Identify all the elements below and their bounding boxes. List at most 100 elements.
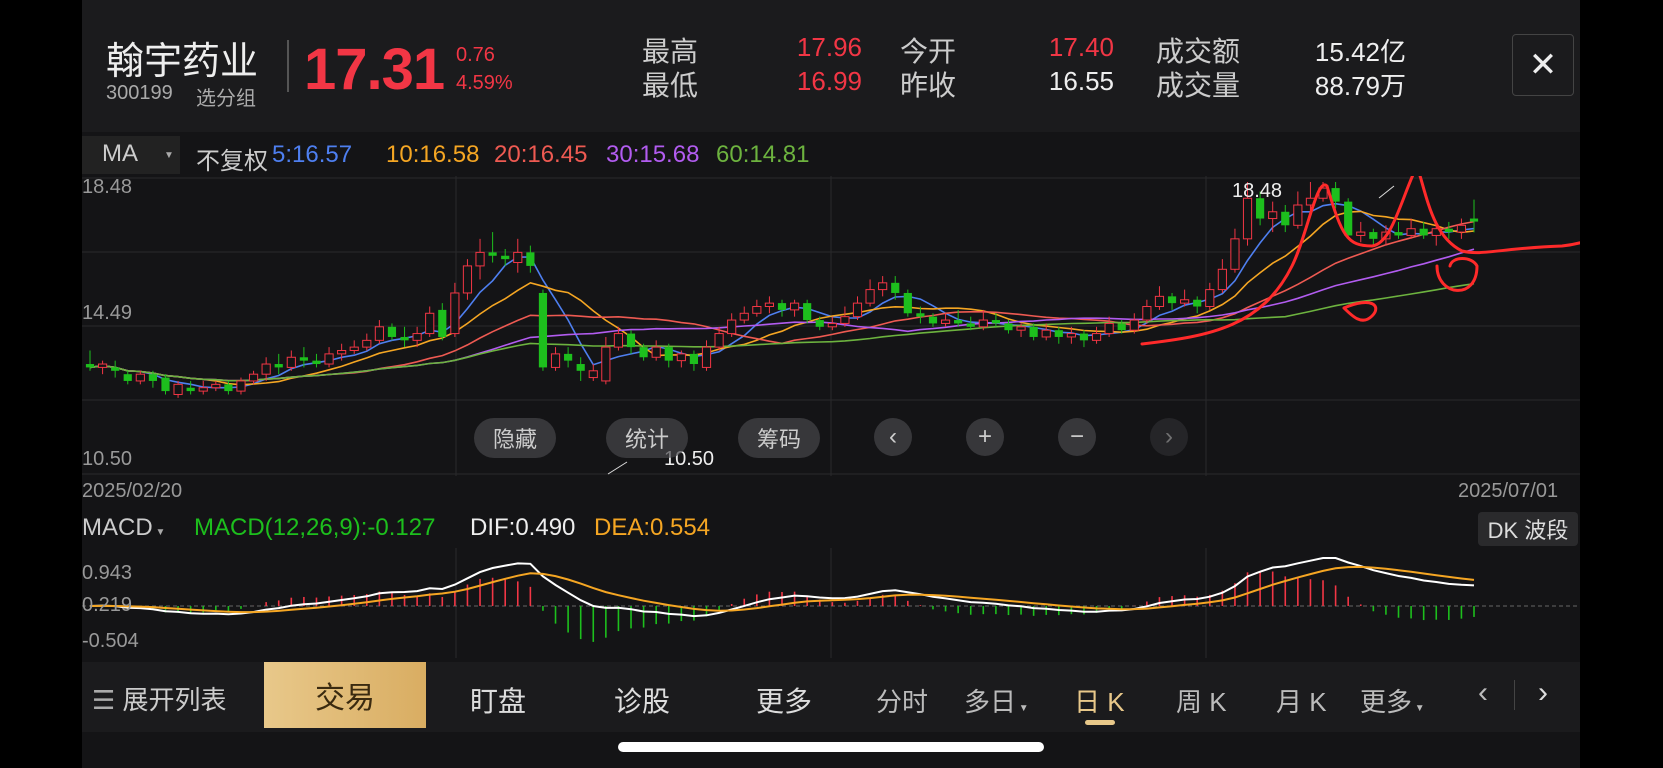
amount-value: 15.42亿 bbox=[1314, 37, 1406, 67]
dk-band-button[interactable]: DK 波段 bbox=[1478, 512, 1578, 546]
close-button[interactable]: ✕ bbox=[1512, 34, 1574, 96]
candle-body bbox=[97, 363, 108, 368]
candle-body bbox=[1154, 295, 1165, 308]
high-mark-label: 18.48 bbox=[1232, 180, 1283, 202]
ma-indicator-bar: MA ▼ 不复权 5:16.57 10:16.58 20:16.45 30:15… bbox=[82, 136, 1580, 176]
more-actions-button[interactable]: 更多 bbox=[756, 680, 812, 720]
tab-month-k[interactable]: 月 K bbox=[1276, 682, 1327, 719]
candle-body bbox=[1079, 333, 1089, 341]
scroll-left-button[interactable]: ‹ bbox=[874, 418, 912, 456]
candle-body bbox=[526, 252, 535, 266]
candle-body bbox=[1293, 204, 1303, 226]
candle-body bbox=[1456, 224, 1467, 233]
close-icon: ✕ bbox=[1528, 46, 1558, 84]
kline-chart[interactable] bbox=[82, 176, 1580, 476]
chevron-right-icon: › bbox=[1538, 676, 1548, 709]
candle-body bbox=[840, 316, 850, 324]
home-indicator[interactable] bbox=[618, 742, 1044, 752]
candle-body bbox=[462, 265, 473, 294]
candle-body bbox=[588, 370, 598, 379]
candle-body bbox=[1444, 228, 1453, 233]
macd-indicator-bar: MACD ▼ MACD(12,26,9):-0.127 DIF:0.490 DE… bbox=[82, 508, 1580, 548]
candle-body bbox=[991, 320, 1000, 324]
tab-multiday[interactable]: 多日 ▼ bbox=[964, 682, 1029, 719]
dif-label: DIF: bbox=[470, 514, 516, 541]
candle-body bbox=[513, 251, 523, 264]
candle-body bbox=[626, 333, 636, 348]
diagnose-button[interactable]: 诊股 bbox=[614, 680, 670, 720]
volume-value: 88.79万 bbox=[1314, 71, 1406, 101]
stock-name: 翰宇药业 bbox=[106, 41, 259, 83]
hide-button[interactable]: 隐藏 bbox=[474, 418, 556, 458]
candle-body bbox=[1356, 231, 1366, 236]
candle-body bbox=[173, 383, 183, 395]
candle-body bbox=[488, 252, 497, 256]
candle-body bbox=[1419, 228, 1428, 236]
scroll-right-button[interactable]: › bbox=[1150, 418, 1188, 456]
nav-divider bbox=[1514, 680, 1515, 710]
prev-close-label: 昨收 bbox=[900, 70, 957, 101]
candle-body bbox=[135, 373, 145, 382]
tab-day-k[interactable]: 日 K bbox=[1074, 682, 1125, 719]
ma-select[interactable]: MA ▼ bbox=[82, 136, 180, 174]
candle-body bbox=[1091, 333, 1102, 341]
stats-button[interactable]: 统计 bbox=[606, 418, 688, 458]
macd-chart[interactable] bbox=[82, 548, 1580, 658]
zoom-out-button[interactable]: − bbox=[1058, 418, 1096, 456]
price-change: 0.76 bbox=[456, 44, 495, 66]
candle-body bbox=[903, 292, 912, 314]
next-stock-button[interactable]: › bbox=[1538, 676, 1548, 710]
trade-button[interactable]: 交易 bbox=[264, 662, 426, 728]
candle-body bbox=[639, 347, 648, 358]
candle-body bbox=[1193, 299, 1202, 307]
candle-body bbox=[1242, 197, 1253, 240]
adjust-mode[interactable]: 不复权 bbox=[196, 141, 268, 176]
candle-body bbox=[1066, 333, 1076, 338]
watch-button[interactable]: 盯盘 bbox=[470, 680, 526, 720]
candle-body bbox=[1469, 218, 1479, 222]
candle-body bbox=[739, 312, 749, 321]
candle-body bbox=[425, 312, 435, 335]
candle-body bbox=[1167, 296, 1177, 304]
macd-select[interactable]: MACD ▼ bbox=[82, 514, 165, 542]
candle-body bbox=[1344, 201, 1353, 236]
annotation-drawings bbox=[1140, 176, 1580, 346]
header-divider bbox=[287, 40, 289, 92]
candle-body bbox=[789, 302, 800, 311]
tab-more-periods[interactable]: 更多 ▼ bbox=[1360, 682, 1425, 719]
candle-body bbox=[1180, 299, 1190, 304]
candle-body bbox=[550, 353, 561, 368]
candle-body bbox=[475, 251, 485, 267]
candle-body bbox=[1029, 326, 1038, 337]
candle-body bbox=[966, 323, 975, 327]
candle-body bbox=[664, 347, 673, 361]
macd-select-label: MACD bbox=[82, 514, 153, 541]
expand-list-button[interactable]: ☰ 展开列表 bbox=[92, 680, 227, 717]
low-label: 最低 bbox=[642, 70, 699, 101]
dif-value: DIF:0.490 bbox=[470, 514, 575, 542]
prev-stock-button[interactable]: ‹ bbox=[1478, 676, 1488, 710]
open-value: 17.40 bbox=[1048, 32, 1114, 62]
macd-grid bbox=[455, 548, 1207, 658]
dif-number: 0.490 bbox=[515, 514, 576, 541]
tab-week-k[interactable]: 周 K bbox=[1176, 682, 1227, 719]
candle-body bbox=[916, 313, 925, 317]
candle-body bbox=[1104, 322, 1114, 335]
candle-body bbox=[852, 302, 863, 318]
y-axis-bottom: 10.50 bbox=[82, 448, 133, 470]
tab-more-label: 更多 bbox=[1360, 687, 1413, 717]
chips-button[interactable]: 筹码 bbox=[738, 418, 820, 458]
candle-body bbox=[400, 336, 409, 341]
candle-body bbox=[1117, 323, 1126, 331]
plus-icon: + bbox=[977, 423, 992, 450]
candle-body bbox=[928, 316, 938, 324]
candle-body bbox=[865, 289, 875, 304]
select-group-button[interactable]: 选分组 bbox=[196, 82, 256, 111]
candle-body bbox=[161, 377, 170, 392]
candle-body bbox=[538, 292, 548, 368]
tab-fenshi[interactable]: 分时 bbox=[876, 682, 928, 719]
candle-body bbox=[274, 364, 283, 368]
zoom-in-button[interactable]: + bbox=[966, 418, 1004, 456]
hi-mark bbox=[1378, 185, 1395, 199]
ma5-line bbox=[89, 202, 1475, 389]
